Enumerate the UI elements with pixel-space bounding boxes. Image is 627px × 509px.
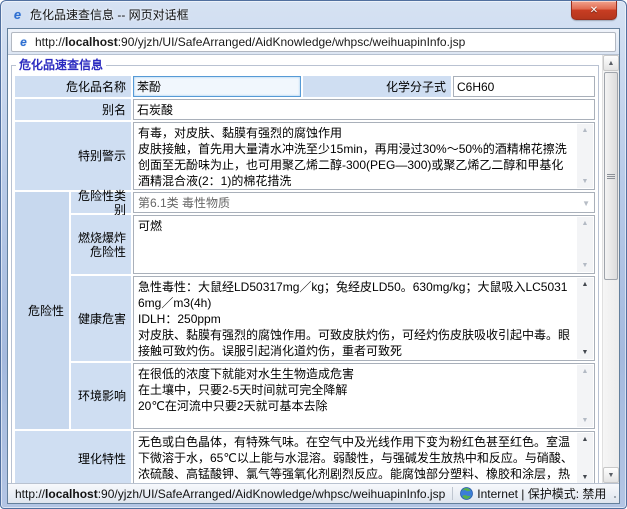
scroll-down-icon[interactable]: ▼ — [582, 471, 589, 483]
name-formula-row: 化学分子式 — [133, 76, 595, 97]
hazard-class-label: 危险性类别 — [71, 192, 131, 213]
scrollbar-grip-icon — [607, 176, 615, 177]
scroll-down-icon[interactable]: ▼ — [582, 175, 589, 188]
chevron-down-icon: ▼ — [582, 199, 590, 208]
hazard-class-value: 第6.1类 毒性物质 — [138, 194, 230, 211]
section-title: 危化品速查信息 — [16, 58, 106, 72]
scroll-up-icon[interactable]: ▲ — [582, 217, 589, 230]
scroll-down-icon[interactable]: ▼ — [582, 414, 589, 427]
ie-icon: e — [10, 7, 25, 22]
physchem-scrollbar[interactable]: ▲ ▼ — [577, 433, 593, 483]
scroll-up-icon[interactable]: ▲ — [582, 278, 589, 291]
physchem-text: 无色或白色晶体，有特殊气味。在空气中及光线作用下变为粉红色甚至红色。室温下微溶于… — [138, 434, 574, 483]
scroll-down-button[interactable]: ▼ — [603, 467, 619, 483]
formula-input[interactable] — [453, 76, 595, 97]
page-content: 危化品速查信息 危化品名称 化学分子式 别名 — [8, 55, 619, 483]
physchem-label: 理化特性 — [15, 431, 131, 483]
physchem-textarea[interactable]: 无色或白色晶体，有特殊气味。在空气中及光线作用下变为粉红色甚至红色。室温下微溶于… — [133, 431, 595, 483]
scroll-down-icon: ▼ — [608, 472, 615, 479]
scroll-up-button[interactable]: ▲ — [603, 55, 619, 71]
special-warning-textarea[interactable]: 有毒，对皮肤、黏膜有强烈的腐蚀作用 皮肤接触，首先用大量清水冲洗至少15min，… — [133, 122, 595, 190]
page-favicon-ie-icon: e — [17, 35, 30, 48]
alias-input[interactable] — [133, 99, 595, 120]
health-hazard-label: 健康危害 — [71, 276, 131, 361]
fire-explosion-scrollbar[interactable]: ▲ ▼ — [577, 217, 593, 272]
form-page: 危化品速查信息 危化品名称 化学分子式 别名 — [8, 55, 602, 483]
environment-textarea[interactable]: 在很低的浓度下就能对水生生物造成危害 在土壤中，只要2-5天时间就可完全降解 2… — [133, 363, 595, 429]
scroll-down-icon[interactable]: ▼ — [582, 346, 589, 359]
special-warning-label: 特别警示 — [15, 122, 131, 190]
scroll-up-icon: ▲ — [608, 60, 615, 67]
close-button[interactable]: ✕ — [571, 1, 617, 20]
health-hazard-scrollbar[interactable]: ▲ ▼ — [577, 278, 593, 359]
scrollbar-thumb[interactable] — [604, 72, 618, 280]
scroll-up-icon[interactable]: ▲ — [582, 433, 589, 446]
formula-label: 化学分子式 — [303, 76, 451, 97]
status-separator — [452, 487, 453, 500]
info-table: 危化品名称 化学分子式 别名 特别警示 — [15, 76, 595, 483]
status-url: http://localhost:90/yjzh/UI/SafeArranged… — [15, 487, 445, 501]
scroll-up-icon[interactable]: ▲ — [582, 365, 589, 378]
special-warning-scrollbar[interactable]: ▲ ▼ — [577, 124, 593, 188]
hazard-group-label: 危险性 — [15, 192, 69, 429]
status-bar: http://localhost:90/yjzh/UI/SafeArranged… — [8, 483, 619, 503]
fire-explosion-label: 燃烧爆炸危险性 — [71, 215, 131, 274]
status-zone: Internet | 保护模式: 禁用 — [460, 485, 606, 502]
name-input[interactable] — [133, 76, 301, 97]
scroll-down-icon[interactable]: ▼ — [582, 259, 589, 272]
resize-grip-icon[interactable] — [613, 489, 619, 499]
environment-label: 环境影响 — [71, 363, 131, 429]
health-hazard-text: 急性毒性：大鼠经LD50317mg／kg；兔经皮LD50。630mg/kg；大鼠… — [138, 279, 574, 360]
special-warning-text: 有毒，对皮肤、黏膜有强烈的腐蚀作用 皮肤接触，首先用大量清水冲洗至少15min，… — [138, 125, 574, 189]
status-zone-text: Internet | 保护模式: 禁用 — [477, 485, 606, 502]
close-icon: ✕ — [590, 5, 598, 16]
globe-icon — [460, 487, 473, 500]
environment-text: 在很低的浓度下就能对水生生物造成危害 在土壤中，只要2-5天时间就可完全降解 2… — [138, 366, 574, 428]
page-scrollbar[interactable]: ▲ ▼ — [602, 55, 619, 483]
fire-explosion-text: 可燃 — [138, 218, 574, 273]
address-bar: e http://localhost:90/yjzh/UI/SafeArrang… — [8, 29, 619, 55]
info-fieldset: 危化品速查信息 危化品名称 化学分子式 别名 — [11, 65, 599, 483]
title-bar: e 危化品速查信息 -- 网页对话框 ✕ — [7, 1, 620, 28]
window-title: 危化品速查信息 -- 网页对话框 — [30, 6, 189, 23]
dialog-client-area: e http://localhost:90/yjzh/UI/SafeArrang… — [7, 28, 620, 504]
health-hazard-textarea[interactable]: 急性毒性：大鼠经LD50317mg／kg；兔经皮LD50。630mg/kg；大鼠… — [133, 276, 595, 361]
fire-explosion-textarea[interactable]: 可燃 ▲ ▼ — [133, 215, 595, 274]
name-label: 危化品名称 — [15, 76, 131, 97]
alias-label: 别名 — [15, 99, 131, 120]
alias-field-wrap — [133, 99, 595, 120]
address-field[interactable]: e http://localhost:90/yjzh/UI/SafeArrang… — [11, 32, 616, 52]
environment-scrollbar[interactable]: ▲ ▼ — [577, 365, 593, 427]
dialog-window: e 危化品速查信息 -- 网页对话框 ✕ e http://localhost:… — [0, 0, 627, 509]
scroll-up-icon[interactable]: ▲ — [582, 124, 589, 137]
address-url: http://localhost:90/yjzh/UI/SafeArranged… — [35, 35, 465, 49]
hazard-class-select[interactable]: 第6.1类 毒性物质 ▼ — [133, 192, 595, 213]
